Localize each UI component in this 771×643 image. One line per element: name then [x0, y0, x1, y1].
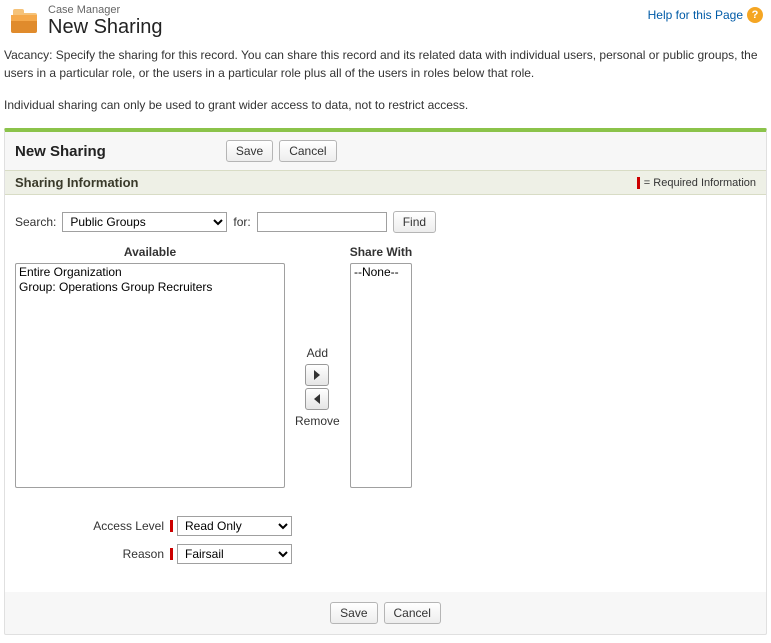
arrow-left-icon [313, 394, 321, 404]
cancel-button[interactable]: Cancel [279, 140, 336, 162]
help-link[interactable]: Help for this Page ? [648, 7, 763, 23]
find-button[interactable]: Find [393, 211, 436, 233]
arrow-right-icon [313, 370, 321, 380]
required-indicator-icon [170, 520, 173, 532]
save-button[interactable]: Save [330, 602, 377, 624]
reason-label: Reason [15, 547, 170, 561]
access-level-select[interactable]: Read Only [177, 516, 292, 536]
search-type-select[interactable]: Public Groups [62, 212, 227, 232]
access-level-label: Access Level [15, 519, 170, 533]
search-for-label: for: [233, 215, 250, 229]
intro-text: Vacancy: Specify the sharing for this re… [0, 38, 771, 114]
available-listbox[interactable]: Entire OrganizationGroup: Operations Gro… [15, 263, 285, 488]
form-rows: Access Level Read Only Reason Fairsail [15, 516, 756, 564]
new-sharing-panel: New Sharing Save Cancel Sharing Informat… [4, 128, 767, 635]
page-header: Case Manager New Sharing Help for this P… [0, 0, 771, 38]
list-item[interactable]: Group: Operations Group Recruiters [17, 280, 283, 295]
add-button[interactable] [305, 364, 329, 386]
bottom-button-row: Save Cancel [5, 592, 766, 628]
save-button[interactable]: Save [226, 140, 273, 162]
remove-label: Remove [295, 414, 340, 428]
section-title: Sharing Information [15, 175, 139, 190]
reason-select[interactable]: Fairsail [177, 544, 292, 564]
required-indicator-icon [170, 548, 173, 560]
required-label: = Required Information [644, 177, 756, 189]
help-icon: ? [747, 7, 763, 23]
available-title: Available [124, 245, 176, 259]
page-category: Case Manager [48, 4, 648, 16]
intro-paragraph-1: Vacancy: Specify the sharing for this re… [4, 46, 763, 82]
add-label: Add [307, 346, 328, 360]
list-item[interactable]: --None-- [352, 265, 410, 280]
transfer-controls: Add Remove [295, 245, 340, 488]
cancel-button[interactable]: Cancel [384, 602, 441, 624]
remove-button[interactable] [305, 388, 329, 410]
share-with-title: Share With [350, 245, 413, 259]
search-row: Search: Public Groups for: Find [15, 211, 756, 233]
help-link-label: Help for this Page [648, 8, 743, 22]
panel-body: Search: Public Groups for: Find Availabl… [5, 195, 766, 592]
search-input[interactable] [257, 212, 387, 232]
intro-paragraph-2: Individual sharing can only be used to g… [4, 96, 763, 114]
search-label: Search: [15, 215, 56, 229]
share-with-listbox[interactable]: --None-- [350, 263, 412, 488]
section-header: Sharing Information = Required Informati… [5, 170, 766, 195]
panel-title: New Sharing [15, 143, 106, 160]
panel-header: New Sharing Save Cancel [5, 132, 766, 170]
required-indicator-icon [637, 177, 640, 189]
dual-list: Available Entire OrganizationGroup: Oper… [15, 245, 756, 488]
case-manager-icon [8, 5, 40, 37]
list-item[interactable]: Entire Organization [17, 265, 283, 280]
page-title: New Sharing [48, 16, 648, 38]
